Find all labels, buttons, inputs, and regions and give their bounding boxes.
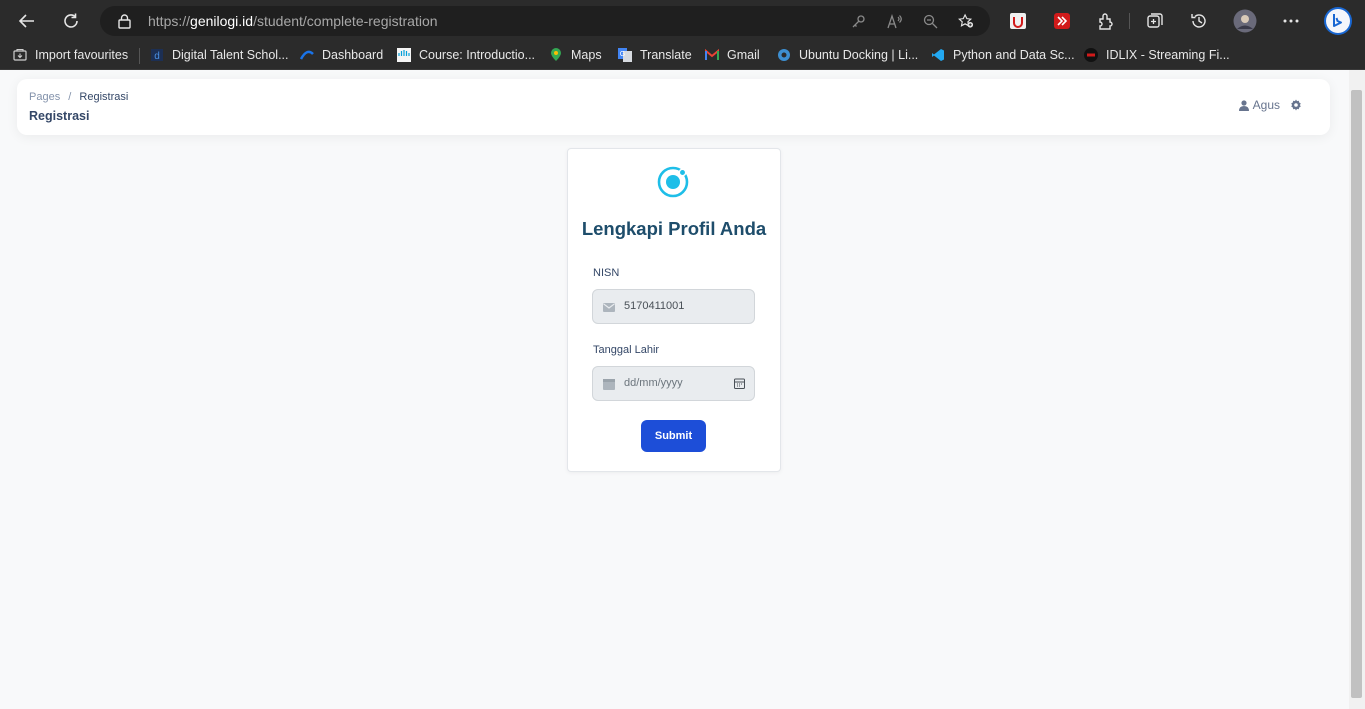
nav-actions: Agus: [1238, 98, 1302, 112]
dob-placeholder: dd/mm/yyyy: [624, 377, 683, 389]
url-domain: genilogi.id: [190, 13, 254, 29]
page-title: Registrasi: [29, 109, 90, 123]
browser-toolbar: https://genilogi.id/student/complete-reg…: [0, 0, 1365, 41]
bookmark-label: Translate: [640, 48, 692, 62]
scrollbar-thumb[interactable]: [1351, 90, 1362, 698]
breadcrumb-current: Registrasi: [79, 91, 129, 103]
bookmark-dashboard[interactable]: Dashboard: [300, 46, 383, 64]
user-name: Agus: [1252, 98, 1280, 112]
user-menu[interactable]: Agus: [1238, 98, 1280, 112]
nisn-label: NISN: [593, 267, 620, 279]
user-icon: [1238, 99, 1249, 111]
import-icon: [13, 48, 27, 62]
history-icon[interactable]: [1186, 8, 1212, 34]
dob-field[interactable]: dd/mm/yyyy: [592, 366, 755, 401]
toolbar-divider: [1129, 13, 1130, 29]
calendar-icon: [602, 377, 616, 391]
bookmark-digital-talent[interactable]: d Digital Talent Schol...: [150, 46, 289, 64]
bookmark-label: Python and Data Sc...: [953, 48, 1075, 62]
submit-button[interactable]: Submit: [641, 420, 706, 452]
bookmarks-bar: Import favourites d Digital Talent Schol…: [0, 41, 1365, 70]
ubuntu-icon: [777, 48, 791, 62]
extensions-icon[interactable]: [1093, 8, 1119, 34]
zoom-icon[interactable]: [922, 13, 938, 29]
nisn-value: 5170411001: [624, 300, 685, 312]
maps-icon: [549, 48, 563, 62]
cisco-icon: [397, 48, 411, 62]
settings-gear-icon[interactable]: [1290, 99, 1302, 111]
bookmark-label: Digital Talent Schol...: [172, 48, 289, 62]
breadcrumb-separator: /: [68, 91, 72, 103]
page-viewport: Pages / Registrasi Registrasi Agus Lengk…: [0, 70, 1349, 709]
bookmark-label: Dashboard: [322, 48, 384, 62]
bookmark-maps[interactable]: Maps: [549, 46, 602, 64]
pdf-extension-icon[interactable]: [1005, 8, 1031, 34]
url-path: /student/complete-registration: [253, 13, 438, 29]
bookmark-idlix[interactable]: IDLIX - Streaming Fi...: [1084, 46, 1230, 64]
translate-icon: G: [618, 48, 632, 62]
bookmark-label: Maps: [571, 48, 602, 62]
bookmark-import-favourites[interactable]: Import favourites: [13, 46, 128, 64]
envelope-icon: [602, 300, 616, 314]
collections-icon[interactable]: [1142, 8, 1168, 34]
refresh-icon[interactable]: [58, 8, 84, 34]
idlix-icon: [1084, 48, 1098, 62]
breadcrumb: Pages / Registrasi: [29, 91, 128, 103]
bookmark-gmail[interactable]: Gmail: [705, 46, 760, 64]
bookmark-translate[interactable]: G Translate: [618, 46, 692, 64]
address-bar[interactable]: https://genilogi.id/student/complete-reg…: [100, 6, 990, 36]
bookmark-label: Gmail: [727, 48, 760, 62]
bookmark-label: Import favourites: [35, 48, 129, 62]
back-icon[interactable]: [14, 8, 40, 34]
bookmark-ubuntu[interactable]: Ubuntu Docking | Li...: [777, 46, 918, 64]
add-favourite-icon[interactable]: [958, 13, 974, 29]
vscode-icon: [931, 48, 945, 62]
read-aloud-icon[interactable]: [887, 13, 903, 29]
svg-text:G: G: [620, 51, 625, 58]
bookmark-label: Ubuntu Docking | Li...: [799, 48, 919, 62]
date-picker-icon[interactable]: [734, 378, 745, 389]
url-prefix: https://: [148, 13, 191, 29]
dashboard-icon: [300, 48, 314, 62]
form-title: Lengkapi Profil Anda: [581, 218, 767, 239]
top-navbar: Pages / Registrasi Registrasi Agus: [17, 79, 1330, 135]
bookmark-divider: [139, 48, 140, 64]
more-options-icon[interactable]: [1278, 8, 1304, 34]
vertical-scrollbar[interactable]: [1349, 70, 1365, 709]
app-logo-icon: [657, 166, 689, 198]
bookmark-python[interactable]: Python and Data Sc...: [931, 46, 1075, 64]
breadcrumb-root[interactable]: Pages: [29, 91, 60, 103]
url-text[interactable]: https://genilogi.id/student/complete-reg…: [148, 13, 438, 29]
gmail-icon: [705, 48, 719, 62]
svg-text:d: d: [154, 51, 160, 62]
profile-avatar[interactable]: [1232, 8, 1258, 34]
key-icon[interactable]: [850, 13, 866, 29]
registration-card: Lengkapi Profil Anda NISN 5170411001 Tan…: [567, 148, 781, 472]
dob-label: Tanggal Lahir: [593, 344, 660, 356]
bookmark-course[interactable]: Course: Introductio...: [397, 46, 535, 64]
dts-icon: d: [150, 48, 164, 62]
nisn-field[interactable]: 5170411001: [592, 289, 755, 324]
lock-icon[interactable]: [116, 13, 132, 29]
bookmark-label: Course: Introductio...: [419, 48, 536, 62]
bookmark-label: IDLIX - Streaming Fi...: [1106, 48, 1230, 62]
bing-chat-icon[interactable]: [1322, 5, 1354, 37]
media-extension-icon[interactable]: [1049, 8, 1075, 34]
